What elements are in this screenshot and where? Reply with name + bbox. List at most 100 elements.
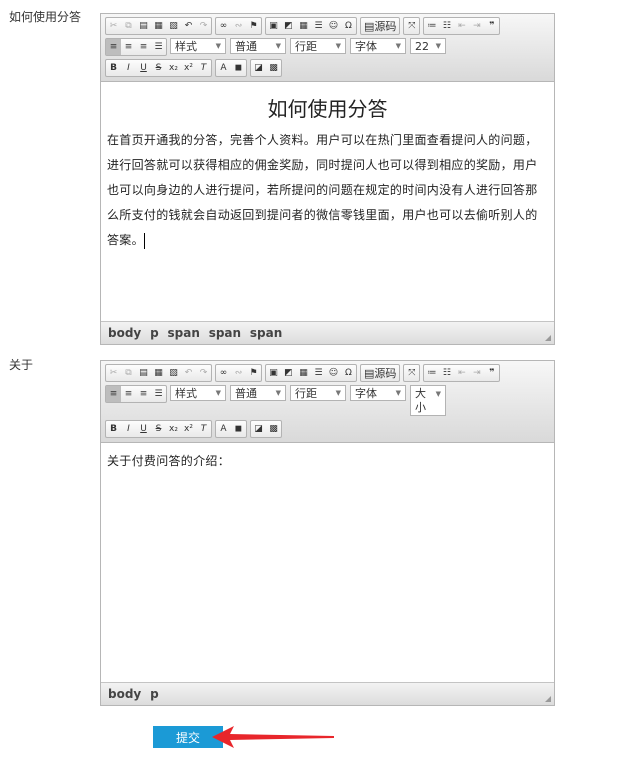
bulleted-list-icon[interactable]: ☷ xyxy=(439,18,454,34)
table-icon[interactable]: ▦ xyxy=(296,18,311,34)
table-icon[interactable]: ▦ xyxy=(296,365,311,381)
indent-icon[interactable]: ⇥ xyxy=(469,365,484,381)
numbered-list-icon[interactable]: ≔ xyxy=(424,365,439,381)
maximize-icon[interactable]: ⤧ xyxy=(404,18,419,34)
underline-icon[interactable]: U xyxy=(136,421,151,437)
outdent-icon[interactable]: ⇤ xyxy=(454,365,469,381)
image-icon[interactable]: ▣ xyxy=(266,18,281,34)
paste-text-icon[interactable]: ▦ xyxy=(151,18,166,34)
superscript-icon[interactable]: x² xyxy=(181,421,196,437)
paste-word-icon[interactable]: ▧ xyxy=(166,18,181,34)
strike-icon[interactable]: S xyxy=(151,421,166,437)
flash-icon[interactable]: ◩ xyxy=(281,365,296,381)
smiley-icon[interactable]: ☺ xyxy=(326,18,341,34)
bg-color-icon[interactable]: ◼ xyxy=(231,421,246,437)
horizontal-rule-icon[interactable]: ☰ xyxy=(311,365,326,381)
link-icon[interactable]: ∞ xyxy=(216,18,231,34)
paste-word-icon[interactable]: ▧ xyxy=(166,365,181,381)
paste-text-icon[interactable]: ▦ xyxy=(151,365,166,381)
numbered-list-icon[interactable]: ≔ xyxy=(424,18,439,34)
size-select[interactable]: 大小 ▼ xyxy=(410,385,446,416)
horizontal-rule-icon[interactable]: ☰ xyxy=(311,18,326,34)
link-icon[interactable]: ∞ xyxy=(216,365,231,381)
source-button[interactable]: ▤ 源码 xyxy=(361,18,399,34)
text-color-icon[interactable]: A xyxy=(216,421,231,437)
flash-icon[interactable]: ◩ xyxy=(281,18,296,34)
cut-icon[interactable]: ✂ xyxy=(106,365,121,381)
format-select[interactable]: 普通 ▼ xyxy=(230,385,286,401)
resize-handle-icon[interactable] xyxy=(545,696,551,702)
strike-icon[interactable]: S xyxy=(151,60,166,76)
remove-format-icon[interactable]: T xyxy=(196,60,211,76)
align-right-icon[interactable]: ≡ xyxy=(136,386,151,402)
content-paragraph: 在首页开通我的分答，完善个人资料。用户可以在热门里面查看提问人的问题，进行回答就… xyxy=(107,133,538,247)
path-item[interactable]: span xyxy=(209,326,241,340)
path-item[interactable]: p xyxy=(150,687,159,701)
source-button[interactable]: ▤ 源码 xyxy=(361,365,399,381)
size-select[interactable]: 22 ▼ xyxy=(410,38,446,54)
editor-toolbar: ✂ ⧉ ▤ ▦ ▧ ↶ ↷ ∞ ∾ ⚑ ▣ ◩ ▦ ☰ ☺ Ω ▤ 源码 ⤧ ≔… xyxy=(101,361,554,443)
smiley-icon[interactable]: ☺ xyxy=(326,365,341,381)
redo-icon[interactable]: ↷ xyxy=(196,18,211,34)
superscript-icon[interactable]: x² xyxy=(181,60,196,76)
line-height-select[interactable]: 行距 ▼ xyxy=(290,385,346,401)
insert-flash-icon[interactable]: ◪ xyxy=(251,60,266,76)
anchor-icon[interactable]: ⚑ xyxy=(246,365,261,381)
special-char-icon[interactable]: Ω xyxy=(341,18,356,34)
blockquote-icon[interactable]: ❞ xyxy=(484,18,499,34)
chevron-down-icon: ▼ xyxy=(395,389,401,397)
editor-content-area[interactable]: 如何使用分答 在首页开通我的分答，完善个人资料。用户可以在热门里面查看提问人的问… xyxy=(101,82,554,322)
unlink-icon[interactable]: ∾ xyxy=(231,365,246,381)
bg-color-icon[interactable]: ◼ xyxy=(231,60,246,76)
bulleted-list-icon[interactable]: ☷ xyxy=(439,365,454,381)
redo-icon[interactable]: ↷ xyxy=(196,365,211,381)
format-select[interactable]: 普通 ▼ xyxy=(230,38,286,54)
style-select[interactable]: 样式 ▼ xyxy=(170,385,226,401)
path-item[interactable]: body xyxy=(108,687,141,701)
align-left-icon[interactable]: ≡ xyxy=(106,386,121,402)
insert-flash-icon[interactable]: ◪ xyxy=(251,421,266,437)
cut-icon[interactable]: ✂ xyxy=(106,18,121,34)
line-height-select[interactable]: 行距 ▼ xyxy=(290,38,346,54)
unlink-icon[interactable]: ∾ xyxy=(231,18,246,34)
copy-icon[interactable]: ⧉ xyxy=(121,365,136,381)
justify-icon[interactable]: ☰ xyxy=(151,39,166,55)
justify-icon[interactable]: ☰ xyxy=(151,386,166,402)
paste-icon[interactable]: ▤ xyxy=(136,18,151,34)
anchor-icon[interactable]: ⚑ xyxy=(246,18,261,34)
font-select[interactable]: 字体 ▼ xyxy=(350,385,406,401)
bold-icon[interactable]: B xyxy=(106,60,121,76)
special-char-icon[interactable]: Ω xyxy=(341,365,356,381)
underline-icon[interactable]: U xyxy=(136,60,151,76)
path-item[interactable]: span xyxy=(250,326,282,340)
outdent-icon[interactable]: ⇤ xyxy=(454,18,469,34)
paste-icon[interactable]: ▤ xyxy=(136,365,151,381)
subscript-icon[interactable]: x₂ xyxy=(166,421,181,437)
align-right-icon[interactable]: ≡ xyxy=(136,39,151,55)
style-select[interactable]: 样式 ▼ xyxy=(170,38,226,54)
copy-icon[interactable]: ⧉ xyxy=(121,18,136,34)
remove-format-icon[interactable]: T xyxy=(196,421,211,437)
align-center-icon[interactable]: ≡ xyxy=(121,386,136,402)
subscript-icon[interactable]: x₂ xyxy=(166,60,181,76)
italic-icon[interactable]: I xyxy=(121,421,136,437)
insert-image-icon[interactable]: ▩ xyxy=(266,60,281,76)
text-color-icon[interactable]: A xyxy=(216,60,231,76)
italic-icon[interactable]: I xyxy=(121,60,136,76)
indent-icon[interactable]: ⇥ xyxy=(469,18,484,34)
insert-image-icon[interactable]: ▩ xyxy=(266,421,281,437)
align-left-icon[interactable]: ≡ xyxy=(106,39,121,55)
path-item[interactable]: body xyxy=(108,326,141,340)
path-item[interactable]: p xyxy=(150,326,159,340)
undo-icon[interactable]: ↶ xyxy=(181,18,196,34)
blockquote-icon[interactable]: ❞ xyxy=(484,365,499,381)
align-center-icon[interactable]: ≡ xyxy=(121,39,136,55)
undo-icon[interactable]: ↶ xyxy=(181,365,196,381)
path-item[interactable]: span xyxy=(168,326,200,340)
maximize-icon[interactable]: ⤧ xyxy=(404,365,419,381)
resize-handle-icon[interactable] xyxy=(545,335,551,341)
font-select[interactable]: 字体 ▼ xyxy=(350,38,406,54)
editor-content-area[interactable]: 关于付费问答的介绍： xyxy=(101,443,554,683)
bold-icon[interactable]: B xyxy=(106,421,121,437)
image-icon[interactable]: ▣ xyxy=(266,365,281,381)
